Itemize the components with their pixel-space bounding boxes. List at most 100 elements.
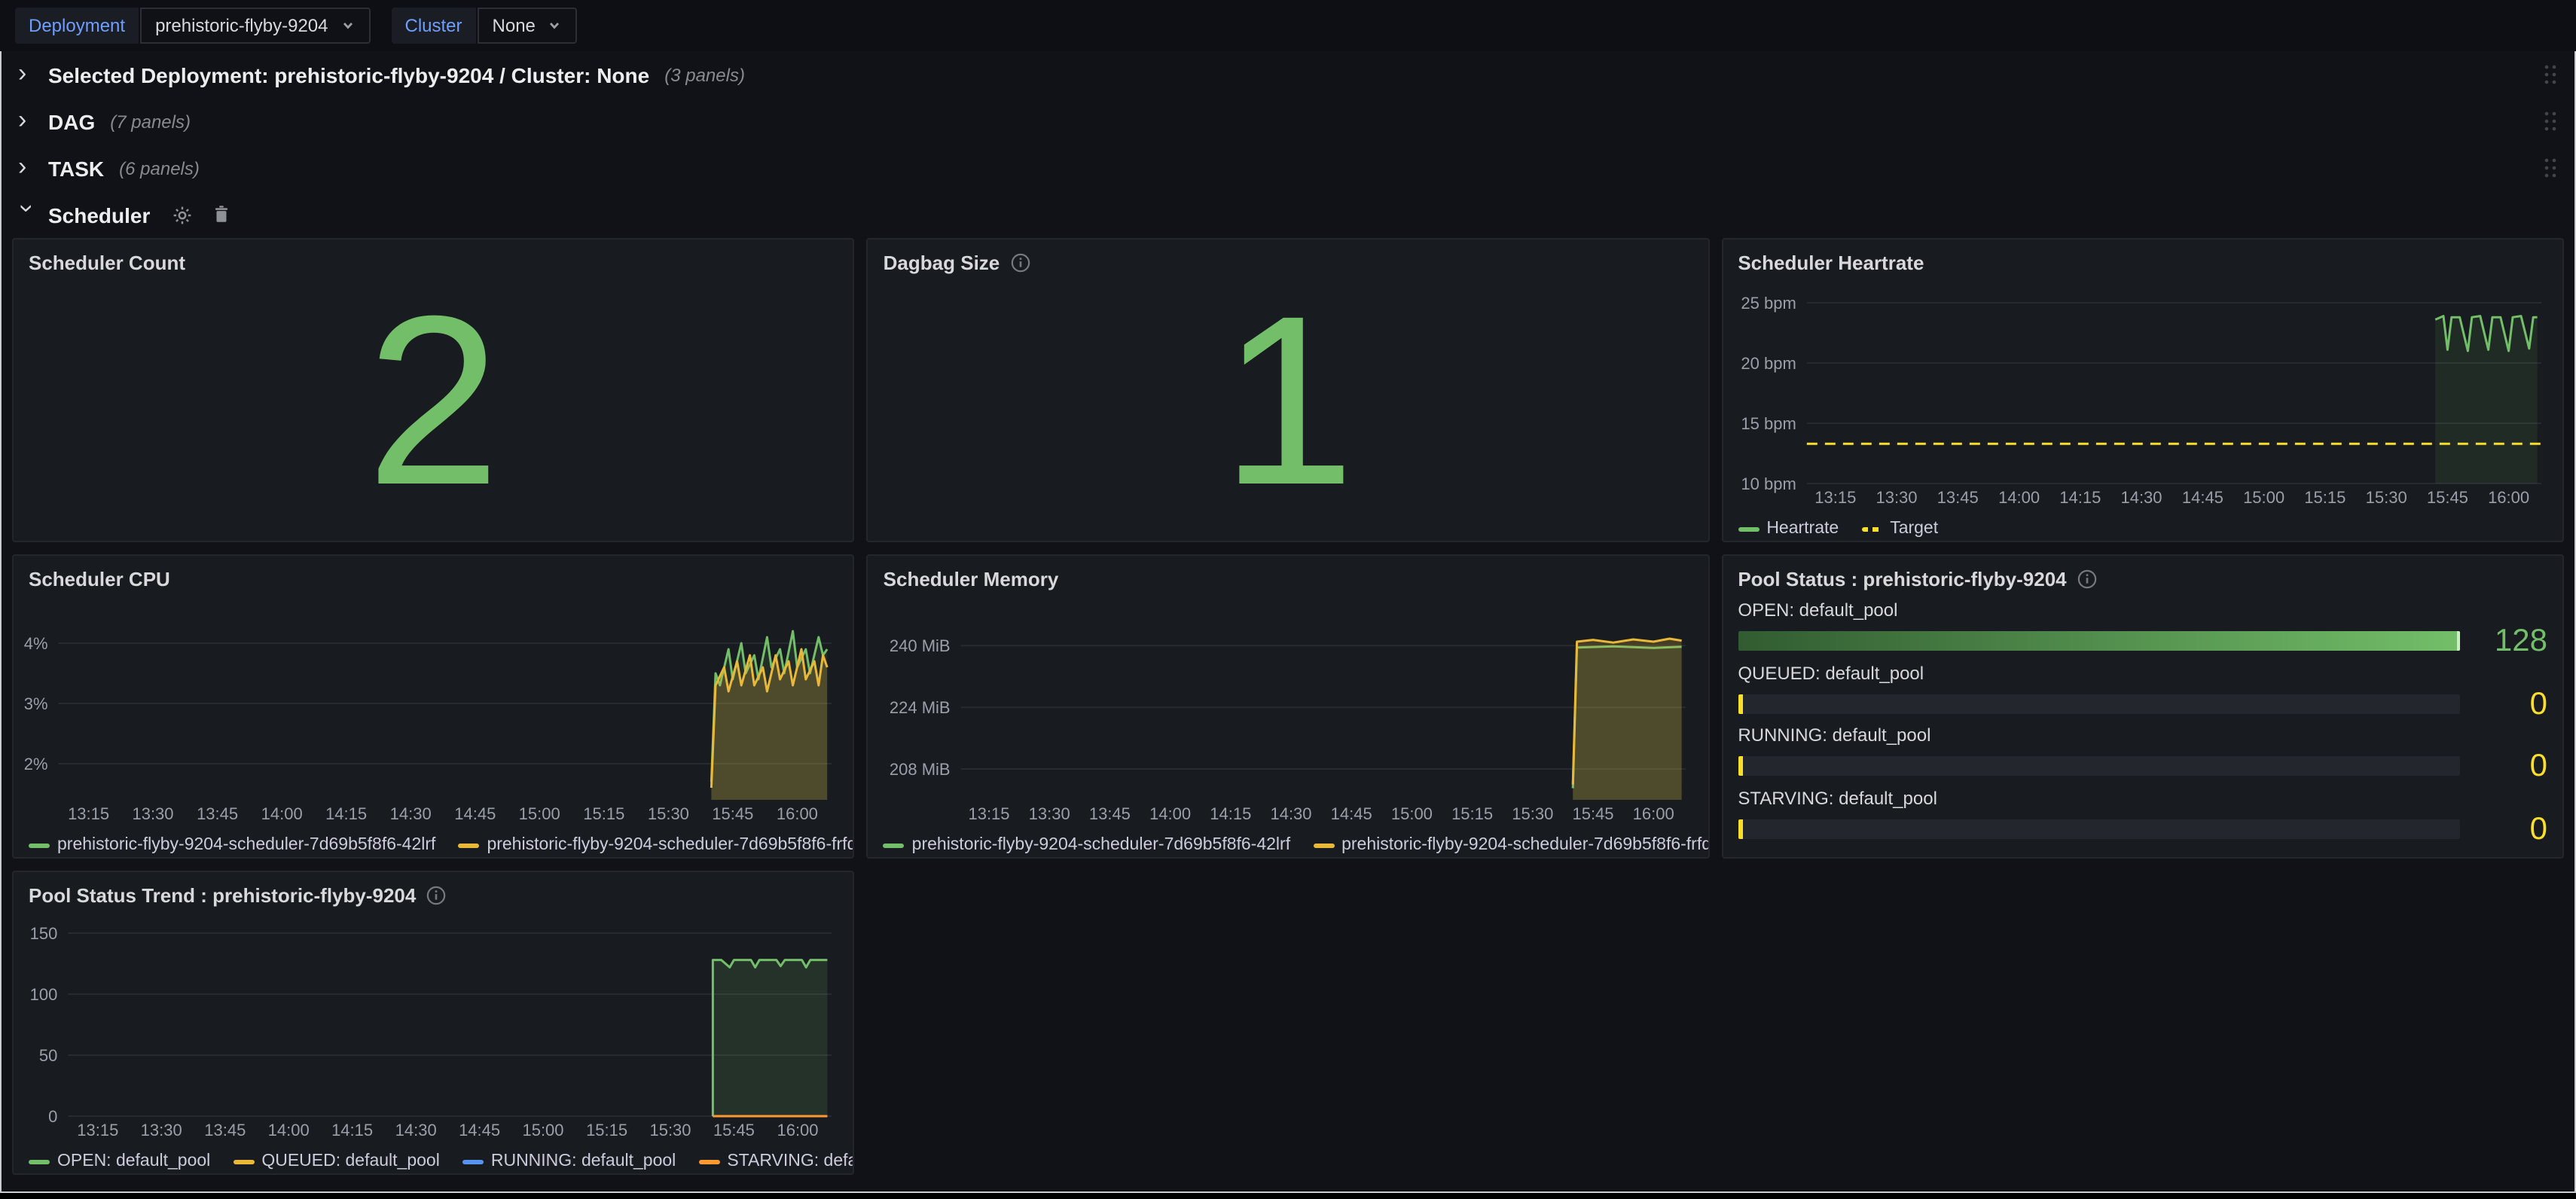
svg-text:14:00: 14:00 (261, 804, 303, 823)
legend-series-swatch (29, 843, 50, 847)
gauge-fill (1738, 694, 1742, 713)
deployment-select-value: prehistoric-flyby-9204 (155, 15, 328, 36)
screenshot-frame: Deployment prehistoric-flyby-9204 Cluste… (0, 0, 2576, 1193)
svg-text:20 bpm: 20 bpm (1741, 354, 1796, 373)
svg-text:15:30: 15:30 (2365, 488, 2407, 507)
svg-text:14:45: 14:45 (2181, 488, 2223, 507)
svg-text:15:45: 15:45 (1573, 804, 1614, 823)
row-selected-deployment[interactable]: › Selected Deployment: prehistoric-flyby… (12, 51, 2564, 98)
legend-item[interactable]: RUNNING: default_pool (462, 1152, 676, 1170)
row-panel-count: (6 panels) (119, 157, 200, 178)
info-icon[interactable] (2077, 569, 2097, 588)
gauge-track (1738, 819, 2460, 839)
svg-text:13:45: 13:45 (1090, 804, 1131, 823)
pool-gauge: OPEN: default_pool128 (1738, 600, 2547, 657)
row-title: Scheduler (48, 203, 150, 227)
row-drag-handle[interactable] (2541, 108, 2558, 134)
cpu-plot: 2%3%4%13:1513:3013:4514:0014:1514:3014:4… (20, 595, 847, 825)
legend-item[interactable]: Heartrate (1738, 520, 1839, 538)
legend-series-label: Heartrate (1766, 520, 1839, 538)
svg-text:15:00: 15:00 (2242, 488, 2284, 507)
panel-title[interactable]: Dagbag Size (884, 251, 1000, 273)
pool-trend-chart[interactable]: 05010015013:1513:3013:4514:0014:1514:301… (20, 911, 847, 1149)
memory-legend: prehistoric-flyby-9204-scheduler-7d69b5f… (868, 833, 1708, 859)
svg-text:100: 100 (30, 985, 58, 1004)
legend-item[interactable]: OPEN: default_pool (29, 1152, 210, 1170)
panel-title[interactable]: Scheduler Memory (884, 567, 1059, 590)
memory-plot: 208 MiB224 MiB240 MiB13:1513:3013:4514:0… (874, 595, 1702, 825)
pool-trend-legend: OPEN: default_pool QUEUED: default_pool RU… (14, 1149, 853, 1175)
panel-title[interactable]: Scheduler Count (29, 251, 185, 273)
legend-item[interactable]: prehistoric-flyby-9204-scheduler-7d69b5f… (1313, 836, 1708, 854)
chevron-down-icon (340, 18, 356, 33)
legend-item[interactable]: QUEUED: default_pool (233, 1152, 440, 1170)
heartrate-chart[interactable]: 10 bpm15 bpm20 bpm25 bpm13:1513:3013:451… (1729, 279, 2556, 517)
gauge-fill (1738, 631, 2460, 651)
svg-text:15:30: 15:30 (648, 804, 689, 823)
svg-text:14:00: 14:00 (268, 1121, 310, 1140)
svg-text:13:45: 13:45 (197, 804, 238, 823)
heartrate-plot: 10 bpm15 bpm20 bpm25 bpm13:1513:3013:451… (1729, 279, 2556, 509)
svg-text:14:15: 14:15 (325, 804, 367, 823)
svg-text:15:15: 15:15 (583, 804, 624, 823)
svg-text:15:45: 15:45 (2426, 488, 2468, 507)
cluster-select[interactable]: None (478, 8, 578, 44)
panel-pool-status: Pool Status : prehistoric-flyby-9204 OPE… (1721, 554, 2564, 859)
svg-text:15:00: 15:00 (1392, 804, 1433, 823)
row-drag-handle[interactable] (2541, 155, 2558, 181)
svg-text:240 MiB: 240 MiB (890, 636, 951, 655)
panel-row-1: Scheduler Count 2 Dagbag Size 1 Schedule… (12, 238, 2564, 542)
svg-text:208 MiB: 208 MiB (890, 760, 951, 779)
panel-title[interactable]: Pool Status : prehistoric-flyby-9204 (1738, 567, 2066, 590)
cpu-legend: prehistoric-flyby-9204-scheduler-7d69b5f… (14, 833, 853, 859)
legend-series-label: prehistoric-flyby-9204-scheduler-7d69b5f… (1341, 836, 1708, 854)
trash-icon[interactable] (212, 205, 230, 224)
svg-text:13:30: 13:30 (132, 804, 173, 823)
panel-title[interactable]: Pool Status Trend : prehistoric-flyby-92… (29, 883, 416, 906)
legend-series-label: OPEN: default_pool (57, 1152, 210, 1170)
pool-gauge: QUEUED: default_pool0 (1738, 662, 2547, 719)
memory-chart[interactable]: 208 MiB224 MiB240 MiB13:1513:3013:4514:0… (874, 595, 1702, 833)
variable-cluster: Cluster None (392, 8, 578, 44)
gear-icon[interactable] (171, 204, 192, 225)
svg-text:14:15: 14:15 (2059, 488, 2101, 507)
gauge-value: 128 (2478, 625, 2547, 657)
svg-text:14:30: 14:30 (1271, 804, 1312, 823)
svg-text:16:00: 16:00 (1633, 804, 1674, 823)
legend-item[interactable]: STARVING: default_pool (698, 1152, 853, 1170)
legend-item[interactable]: prehistoric-flyby-9204-scheduler-7d69b5f… (458, 836, 853, 854)
panel-header: Scheduler Memory (868, 556, 1708, 595)
row-scheduler[interactable]: › Scheduler (12, 191, 2564, 238)
row-drag-handle[interactable] (2541, 62, 2558, 87)
panel-row-2: Scheduler CPU 2%3%4%13:1513:3013:4514:00… (12, 554, 2564, 859)
gauge-value: 0 (2478, 813, 2547, 845)
legend-series-swatch (458, 843, 479, 847)
legend-item[interactable]: prehistoric-flyby-9204-scheduler-7d69b5f… (884, 836, 1290, 854)
pool_trend-plot: 05010015013:1513:3013:4514:0014:1514:301… (20, 911, 847, 1142)
svg-text:13:45: 13:45 (204, 1121, 246, 1140)
gauge-value: 0 (2478, 688, 2547, 719)
gauge-fill (1738, 819, 1742, 839)
legend-item[interactable]: Target (1861, 520, 1938, 538)
svg-text:2%: 2% (24, 755, 48, 773)
svg-text:13:30: 13:30 (141, 1121, 182, 1140)
info-icon[interactable] (1010, 252, 1030, 272)
svg-text:15:30: 15:30 (1512, 804, 1554, 823)
cpu-chart[interactable]: 2%3%4%13:1513:3013:4514:0014:1514:3014:4… (20, 595, 847, 833)
deployment-select[interactable]: prehistoric-flyby-9204 (140, 8, 370, 44)
svg-text:15 bpm: 15 bpm (1741, 414, 1796, 433)
panel-title[interactable]: Scheduler CPU (29, 567, 170, 590)
svg-text:15:00: 15:00 (522, 1121, 563, 1140)
legend-item[interactable]: prehistoric-flyby-9204-scheduler-7d69b5f… (29, 836, 435, 854)
row-title: TASK (48, 156, 104, 180)
panel-scheduler-heartrate: Scheduler Heartrate 10 bpm15 bpm20 bpm25… (1721, 238, 2564, 542)
row-dag[interactable]: › DAG (7 panels) (12, 98, 2564, 145)
panel-title[interactable]: Scheduler Heartrate (1738, 251, 1924, 273)
row-task[interactable]: › TASK (6 panels) (12, 145, 2564, 191)
scheduler-count-value: 2 (14, 279, 853, 541)
svg-text:0: 0 (48, 1107, 57, 1126)
info-icon[interactable] (426, 885, 446, 905)
svg-text:14:45: 14:45 (459, 1121, 500, 1140)
svg-text:50: 50 (39, 1046, 57, 1065)
chevron-down-icon (548, 18, 563, 33)
